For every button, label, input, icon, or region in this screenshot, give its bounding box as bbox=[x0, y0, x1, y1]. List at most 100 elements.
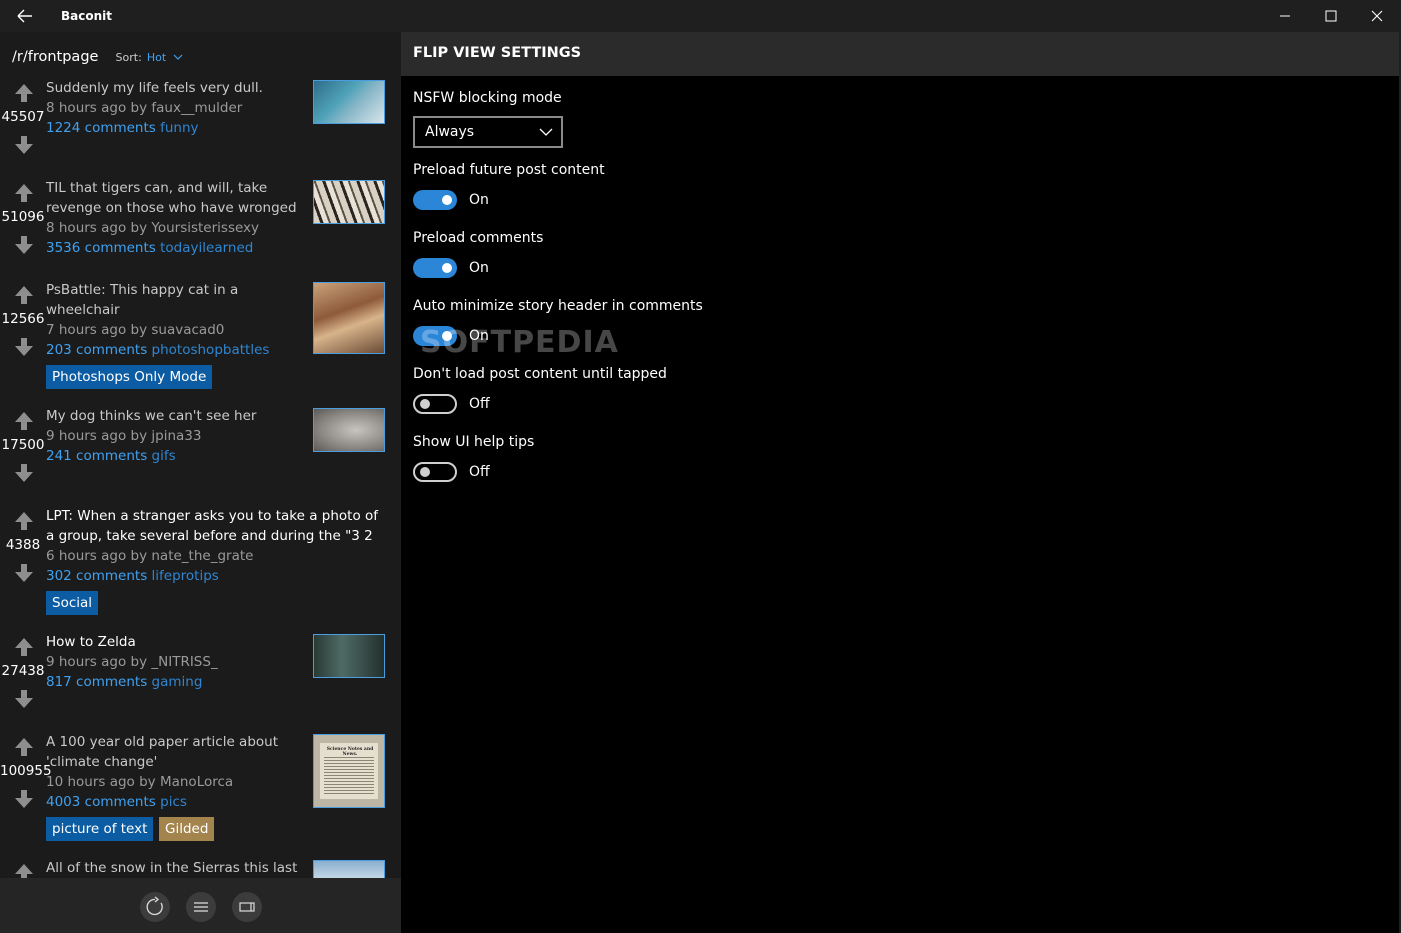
post-score: 100955 bbox=[0, 763, 52, 779]
upvote-arrow-icon[interactable] bbox=[14, 285, 34, 305]
downvote-arrow-icon[interactable] bbox=[14, 689, 34, 709]
show-help-tips-label: Show UI help tips bbox=[413, 434, 535, 450]
post-score: 45507 bbox=[1, 109, 45, 125]
post-subreddit-link[interactable]: gifs bbox=[152, 448, 176, 464]
post-subreddit-link[interactable]: photoshopbattles bbox=[152, 342, 270, 358]
post-subreddit-link[interactable]: lifeprotips bbox=[152, 568, 219, 584]
post-item[interactable]: 45507 Suddenly my life feels very dull. … bbox=[0, 80, 401, 180]
toggle-state: Off bbox=[469, 464, 490, 480]
post-meta: 6 hours ago by nate_the_grate bbox=[46, 548, 254, 564]
close-icon[interactable] bbox=[1354, 0, 1400, 32]
post-title-line2[interactable]: revenge on those who have wronged bbox=[46, 198, 301, 218]
show-help-tips-toggle[interactable] bbox=[413, 462, 457, 482]
menu-button[interactable] bbox=[186, 892, 216, 922]
post-subreddit-link[interactable]: gaming bbox=[152, 674, 203, 690]
settings-header: FLIP VIEW SETTINGS bbox=[401, 32, 1401, 76]
refresh-button[interactable] bbox=[140, 892, 170, 922]
back-arrow-icon[interactable] bbox=[12, 6, 38, 26]
chevron-down-icon bbox=[539, 128, 553, 136]
post-thumbnail[interactable] bbox=[313, 408, 385, 452]
post-flair: Social bbox=[46, 591, 99, 615]
post-title-line2[interactable]: wheelchair bbox=[46, 300, 301, 320]
gilded-flair: Gilded bbox=[159, 817, 215, 841]
post-score: 17500 bbox=[1, 437, 45, 453]
auto-minimize-header-label: Auto minimize story header in comments bbox=[413, 298, 703, 314]
post-title[interactable]: Suddenly my life feels very dull. bbox=[46, 78, 301, 98]
post-title[interactable]: How to Zelda bbox=[46, 632, 301, 652]
post-title[interactable]: PsBattle: This happy cat in a bbox=[46, 280, 301, 300]
flip-view-button[interactable] bbox=[232, 892, 262, 922]
chevron-down-icon[interactable] bbox=[173, 53, 183, 61]
preload-future-content-label: Preload future post content bbox=[413, 162, 605, 178]
downvote-arrow-icon[interactable] bbox=[14, 135, 34, 155]
post-subreddit-link[interactable]: pics bbox=[160, 794, 187, 810]
post-title[interactable]: All of the snow in the Sierras this last bbox=[46, 858, 301, 878]
downvote-arrow-icon[interactable] bbox=[14, 337, 34, 357]
post-comments-link[interactable]: 203 comments bbox=[46, 342, 147, 358]
post-item[interactable]: 51096 TIL that tigers can, and will, tak… bbox=[0, 180, 401, 282]
post-thumbnail[interactable] bbox=[313, 282, 385, 354]
post-meta: 7 hours ago by suavacad0 bbox=[46, 322, 225, 338]
post-subreddit-link[interactable]: funny bbox=[160, 120, 198, 136]
toggle-state: On bbox=[469, 328, 489, 344]
post-thumbnail[interactable] bbox=[313, 80, 385, 124]
post-title-line2[interactable]: a group, take several before and during … bbox=[46, 526, 386, 546]
minimize-icon[interactable] bbox=[1262, 0, 1308, 32]
post-comments-link[interactable]: 302 comments bbox=[46, 568, 147, 584]
post-comments-link[interactable]: 1224 comments bbox=[46, 120, 156, 136]
post-score: 27438 bbox=[1, 663, 45, 679]
upvote-arrow-icon[interactable] bbox=[14, 737, 34, 757]
post-score: 4388 bbox=[5, 537, 41, 553]
preload-future-content-toggle[interactable] bbox=[413, 190, 457, 210]
subreddit-title[interactable]: /r/frontpage bbox=[12, 49, 98, 65]
post-score: 51096 bbox=[1, 209, 45, 225]
post-thumbnail[interactable] bbox=[313, 180, 385, 224]
toggle-state: On bbox=[469, 192, 489, 208]
post-title[interactable]: LPT: When a stranger asks you to take a … bbox=[46, 506, 386, 526]
downvote-arrow-icon[interactable] bbox=[14, 235, 34, 255]
post-title[interactable]: A 100 year old paper article about bbox=[46, 732, 301, 752]
maximize-icon[interactable] bbox=[1308, 0, 1354, 32]
downvote-arrow-icon[interactable] bbox=[14, 463, 34, 483]
toggle-knob bbox=[420, 399, 430, 409]
post-title-line2[interactable]: 'climate change' bbox=[46, 752, 301, 772]
post-comments-link[interactable]: 241 comments bbox=[46, 448, 147, 464]
post-meta: 8 hours ago by Yoursisterissexy bbox=[46, 220, 260, 236]
downvote-arrow-icon[interactable] bbox=[14, 789, 34, 809]
nsfw-blocking-value: Always bbox=[425, 124, 475, 140]
post-item[interactable]: 17500 My dog thinks we can't see her 9 h… bbox=[0, 408, 401, 508]
upvote-arrow-icon[interactable] bbox=[14, 411, 34, 431]
newspaper-headline: Science Notes and News. bbox=[326, 747, 374, 757]
post-item[interactable]: 4388 LPT: When a stranger asks you to ta… bbox=[0, 508, 401, 634]
toggle-knob bbox=[442, 263, 452, 273]
post-thumbnail[interactable]: Science Notes and News. bbox=[313, 734, 385, 808]
post-meta: 10 hours ago by ManoLorca bbox=[46, 774, 234, 790]
post-title[interactable]: TIL that tigers can, and will, take bbox=[46, 178, 301, 198]
post-item[interactable]: 27438 How to Zelda 9 hours ago by _NITRI… bbox=[0, 634, 401, 734]
preload-comments-label: Preload comments bbox=[413, 230, 544, 246]
load-content-on-tap-toggle[interactable] bbox=[413, 394, 457, 414]
upvote-arrow-icon[interactable] bbox=[14, 637, 34, 657]
post-item[interactable]: 100955 A 100 year old paper article abou… bbox=[0, 734, 401, 860]
preload-comments-toggle[interactable] bbox=[413, 258, 457, 278]
post-comments-link[interactable]: 4003 comments bbox=[46, 794, 156, 810]
post-thumbnail[interactable] bbox=[313, 634, 385, 678]
toggle-knob bbox=[442, 195, 452, 205]
auto-minimize-header-toggle[interactable] bbox=[413, 326, 457, 346]
post-title[interactable]: My dog thinks we can't see her bbox=[46, 406, 301, 426]
post-item[interactable]: 12566 PsBattle: This happy cat in a whee… bbox=[0, 282, 401, 408]
toggle-knob bbox=[442, 331, 452, 341]
upvote-arrow-icon[interactable] bbox=[14, 511, 34, 531]
feed-header: /r/frontpage Sort: Hot bbox=[12, 46, 183, 68]
nsfw-blocking-dropdown[interactable]: Always bbox=[413, 116, 563, 148]
sort-dropdown[interactable]: Hot bbox=[147, 51, 166, 64]
post-comments-link[interactable]: 817 comments bbox=[46, 674, 147, 690]
post-subreddit-link[interactable]: todayilearned bbox=[160, 240, 253, 256]
post-flair: picture of text bbox=[46, 817, 154, 841]
post-comments-link[interactable]: 3536 comments bbox=[46, 240, 156, 256]
toggle-state: On bbox=[469, 260, 489, 276]
downvote-arrow-icon[interactable] bbox=[14, 563, 34, 583]
post-meta: 8 hours ago by faux__mulder bbox=[46, 100, 243, 116]
upvote-arrow-icon[interactable] bbox=[14, 83, 34, 103]
upvote-arrow-icon[interactable] bbox=[14, 183, 34, 203]
